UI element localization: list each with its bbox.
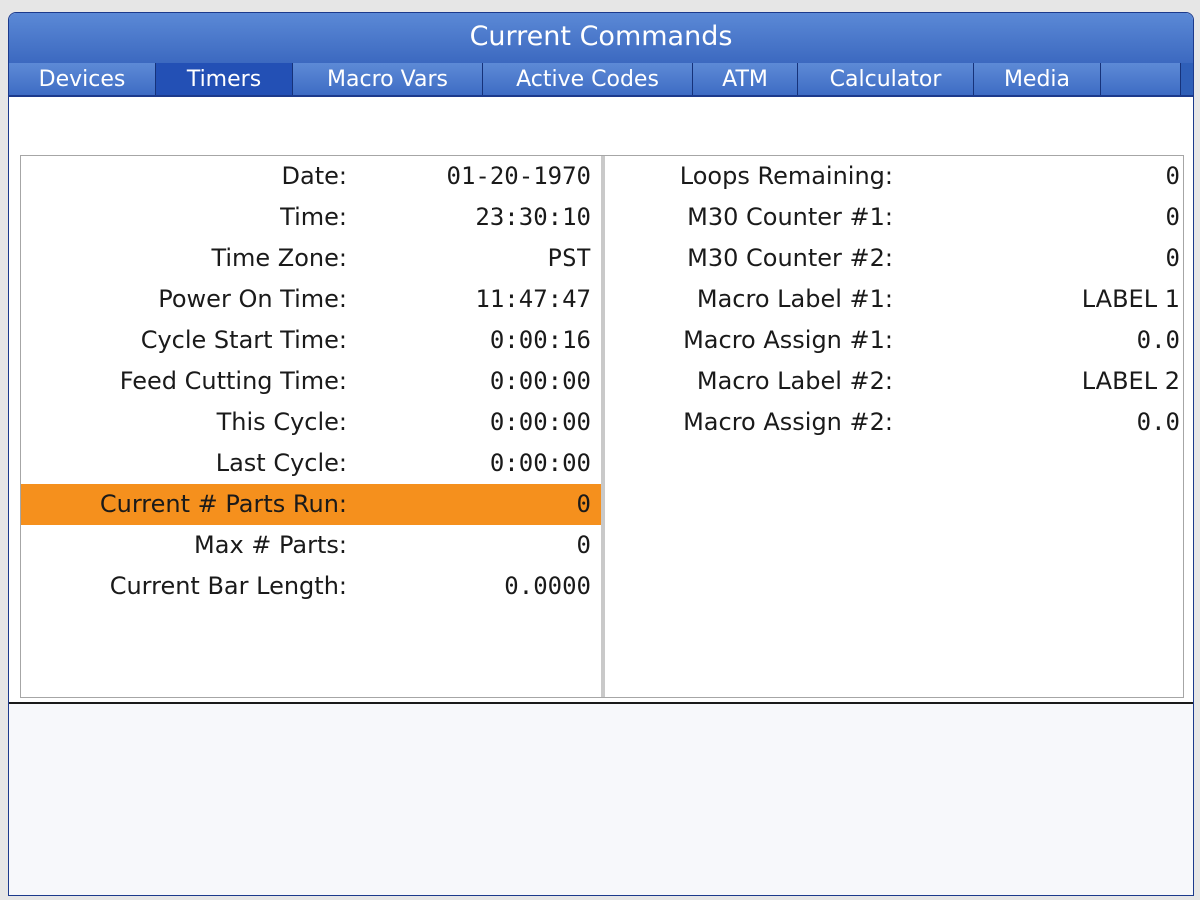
counter-value: 0 — [1165, 244, 1180, 272]
timer-label: Cycle Start Time: — [140, 326, 347, 354]
timer-row-cycle-start-time[interactable]: Cycle Start Time: 0:00:16 — [21, 320, 601, 361]
timer-row-current-parts-run[interactable]: Current # Parts Run: 0 — [21, 484, 601, 525]
timer-label: Last Cycle: — [215, 449, 347, 477]
timer-label: Current # Parts Run: — [99, 490, 347, 518]
counter-label: M30 Counter #2: — [687, 244, 893, 272]
timer-value: 11:47:47 — [475, 285, 591, 313]
timer-value: 0 — [576, 490, 591, 518]
counters-list: Loops Remaining: 0 M30 Counter #1: 0 M30… — [605, 156, 1183, 697]
timer-row-feed-cutting-time[interactable]: Feed Cutting Time: 0:00:00 — [21, 361, 601, 402]
counter-value: 0.0 — [1136, 326, 1180, 354]
timer-label: Time Zone: — [211, 244, 347, 272]
counter-value: 0 — [1165, 203, 1180, 231]
counter-row-macro-assign-1[interactable]: Macro Assign #1: 0.0 — [605, 320, 1183, 361]
timer-label: Feed Cutting Time: — [119, 367, 347, 395]
timer-value: 01-20-1970 — [446, 162, 592, 190]
timer-value: 0:00:00 — [489, 367, 591, 395]
timer-value: 0:00:00 — [489, 408, 591, 436]
counter-label: Macro Label #2: — [696, 367, 893, 395]
window-title: Current Commands — [9, 13, 1193, 63]
timer-value: 0 — [576, 531, 591, 559]
tab-macro-vars[interactable]: Macro Vars — [293, 63, 483, 95]
timer-label: Max # Parts: — [194, 531, 347, 559]
timers-panel: Date: 01-20-1970 Time: 23:30:10 Time Zon… — [20, 155, 1184, 698]
timer-row-date[interactable]: Date: 01-20-1970 — [21, 156, 601, 197]
counter-value: 0 — [1165, 162, 1180, 190]
timer-value: PST — [547, 244, 591, 272]
counter-value: 0.0 — [1136, 408, 1180, 436]
timer-row-max-parts[interactable]: Max # Parts: 0 — [21, 525, 601, 566]
tab-media[interactable]: Media — [974, 63, 1101, 95]
counter-label: Macro Assign #2: — [683, 408, 893, 436]
timer-row-last-cycle[interactable]: Last Cycle: 0:00:00 — [21, 443, 601, 484]
counter-label: Macro Label #1: — [696, 285, 893, 313]
counter-row-loops-remaining[interactable]: Loops Remaining: 0 — [605, 156, 1183, 197]
timer-value: 0:00:16 — [489, 326, 591, 354]
tab-calculator[interactable]: Calculator — [798, 63, 974, 95]
counter-row-m30-counter-2[interactable]: M30 Counter #2: 0 — [605, 238, 1183, 279]
tab-empty — [1101, 63, 1181, 95]
timers-list: Date: 01-20-1970 Time: 23:30:10 Time Zon… — [21, 156, 601, 697]
counter-row-m30-counter-1[interactable]: M30 Counter #1: 0 — [605, 197, 1183, 238]
counter-row-macro-assign-2[interactable]: Macro Assign #2: 0.0 — [605, 402, 1183, 443]
counter-label: M30 Counter #1: — [687, 203, 893, 231]
tab-timers[interactable]: Timers — [156, 63, 293, 95]
timer-row-current-bar-length[interactable]: Current Bar Length: 0.0000 — [21, 566, 601, 607]
timer-row-time-zone[interactable]: Time Zone: PST — [21, 238, 601, 279]
timer-row-this-cycle[interactable]: This Cycle: 0:00:00 — [21, 402, 601, 443]
counter-label: Loops Remaining: — [679, 162, 893, 190]
timer-label: Power On Time: — [158, 285, 347, 313]
timer-label: Current Bar Length: — [109, 572, 347, 600]
counter-label: Macro Assign #1: — [683, 326, 893, 354]
timer-value: 0.0000 — [504, 572, 591, 600]
timer-label: This Cycle: — [216, 408, 347, 436]
timer-label: Date: — [281, 162, 347, 190]
tab-devices[interactable]: Devices — [9, 63, 156, 95]
help-area — [9, 704, 1193, 895]
timer-value: 23:30:10 — [475, 203, 591, 231]
tab-bar: Devices Timers Macro Vars Active Codes A… — [9, 63, 1193, 97]
timer-label: Time: — [280, 203, 347, 231]
timer-value: 0:00:00 — [489, 449, 591, 477]
tab-active-codes[interactable]: Active Codes — [483, 63, 693, 95]
current-commands-window: Current Commands Devices Timers Macro Va… — [8, 12, 1194, 896]
counter-value: LABEL 1 — [1081, 285, 1180, 313]
timer-row-time[interactable]: Time: 23:30:10 — [21, 197, 601, 238]
counter-value: LABEL 2 — [1081, 367, 1180, 395]
timer-row-power-on-time[interactable]: Power On Time: 11:47:47 — [21, 279, 601, 320]
counter-row-macro-label-2[interactable]: Macro Label #2: LABEL 2 — [605, 361, 1183, 402]
counter-row-macro-label-1[interactable]: Macro Label #1: LABEL 1 — [605, 279, 1183, 320]
tab-atm[interactable]: ATM — [693, 63, 798, 95]
